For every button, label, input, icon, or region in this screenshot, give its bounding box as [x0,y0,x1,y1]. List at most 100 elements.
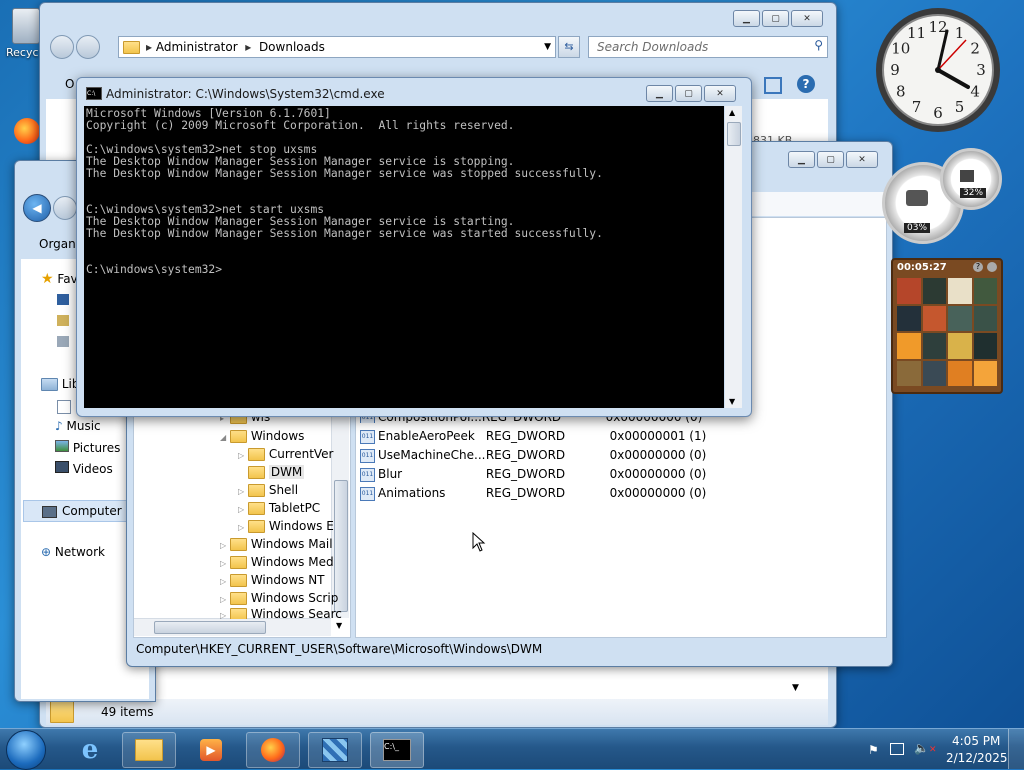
back-button[interactable]: ◀ [23,194,51,222]
scroll-down-arrow[interactable]: ▼ [792,683,799,693]
options-icon[interactable] [987,262,997,272]
console-scroll-thumb[interactable] [727,122,741,146]
nav-fav-item-1[interactable] [57,294,69,305]
taskbar-firefox[interactable] [246,732,300,768]
tree-node-currentversion[interactable]: ▷ CurrentVer [238,447,334,461]
clock-time[interactable]: 4:05 PM [952,734,1000,748]
cpu-meter-gadget[interactable]: 03% 32% [876,148,1002,244]
value-row[interactable]: 011 UseMachineChe... REG_DWORD 0x00000000… [360,448,706,463]
value-row[interactable]: 011 Blur REG_DWORD 0x00000000 (0) [360,467,706,482]
close-button[interactable]: ✕ [846,151,878,168]
pictures-icon [55,440,69,452]
minimize-button[interactable]: ▁ [646,85,673,102]
organize-button-fragment[interactable]: O [65,77,74,91]
nav-pictures[interactable]: Pictures [55,440,120,455]
firefox-icon [261,738,285,762]
folder-icon [230,556,247,569]
close-button[interactable]: ✕ [791,10,823,27]
tree-hscrollbar[interactable] [134,618,331,636]
search-input[interactable]: Search Downloads ⚲ [588,36,828,58]
expanded-icon[interactable]: ◢ [220,433,230,442]
firefox-desktop-icon[interactable] [14,118,40,144]
show-desktop-button[interactable] [1008,729,1024,769]
help-icon[interactable]: ? [797,75,815,93]
flag-icon[interactable]: ⚑ [868,743,879,757]
minimize-button[interactable]: ▁ [788,151,815,168]
computer-icon [42,505,57,518]
recycle-bin-icon[interactable]: Recyc [6,8,42,59]
nav-lib-item-1[interactable] [57,400,71,414]
taskbar-internet-explorer[interactable]: e [63,732,117,768]
folder-icon [230,574,247,587]
maximize-button[interactable]: ▢ [762,10,789,27]
back-button[interactable] [50,35,74,59]
volume-muted-icon[interactable]: 🔈✕ [914,741,937,755]
folder-icon [135,739,163,761]
taskbar-windows-explorer[interactable] [122,732,176,768]
network-icon: ⊕ [41,545,52,559]
tree-node-dwm[interactable]: DWM [238,465,305,479]
console-line: The Desktop Window Manager Session Manag… [86,167,603,180]
nav-fav-item-3[interactable] [57,336,69,347]
console-line: The Desktop Window Manager Session Manag… [86,227,603,240]
devices-icon[interactable] [890,743,904,755]
value-row[interactable]: 011 EnableAeroPeek REG_DWORD 0x00000001 (… [360,429,706,444]
tree-node-windows[interactable]: ◢ Windows [220,429,304,443]
value-row[interactable]: 011 Animations REG_DWORD 0x00000000 (0) [360,486,706,501]
forward-button[interactable] [76,35,100,59]
picture-puzzle-gadget[interactable]: 00:05:27 ? [891,258,1003,394]
forward-button[interactable] [53,196,77,220]
console-scrollbar[interactable]: ▲ ▼ [725,106,742,408]
address-bar[interactable]: ▸ Administrator ▸ Downloads ▼ [118,36,556,58]
breadcrumb-downloads[interactable]: Downloads [259,40,325,54]
tree-node-windows-nt[interactable]: ▷ Windows NT [220,573,325,587]
maximize-button[interactable]: ▢ [675,85,702,102]
close-button[interactable]: ✕ [704,85,736,102]
internet-explorer-icon: e [81,735,99,765]
tree-hscroll-thumb[interactable] [154,621,266,634]
help-icon[interactable]: ? [973,262,983,272]
cmd-title: Administrator: C:\Windows\System32\cmd.e… [106,87,385,101]
clock-numeral: 3 [976,61,986,79]
nav-videos[interactable]: Videos [55,461,113,476]
clock-numeral: 8 [896,83,906,101]
taskbar: e ▶ C:\_ ⚑ 🔈✕ 4:05 PM 2/12/2025 [0,728,1024,770]
nav-fav-item-2[interactable] [57,315,69,326]
preview-pane-icon[interactable] [764,77,782,94]
folder-icon [230,608,247,619]
items-count: 49 items [101,705,154,719]
start-button[interactable] [6,730,46,770]
tree-node-windows-search[interactable]: ▷ Windows Searc [220,607,342,619]
taskbar-cmd[interactable]: C:\_ [370,732,424,768]
nav-music[interactable]: ♪ Music [55,419,101,433]
tree-node-windows-media[interactable]: ▷ Windows Med [220,555,334,569]
taskbar-registry-editor[interactable] [308,732,362,768]
chevron-down-icon[interactable]: ▼ [544,42,551,52]
clock-date[interactable]: 2/12/2025 [946,751,1008,765]
console-output[interactable]: Microsoft Windows [Version 6.1.7601] Cop… [84,106,724,408]
tree-node-shell[interactable]: ▷ Shell [238,483,298,497]
nav-libraries[interactable]: Lib [41,377,79,391]
tree-node-windows-script[interactable]: ▷ Windows Scrip [220,591,338,605]
scroll-up-arrow[interactable]: ▲ [729,108,735,117]
refresh-button[interactable]: ⇆ [558,36,580,58]
nav-favorites[interactable]: ★ Fav [41,271,78,287]
tree-node-windows-e[interactable]: ▷ Windows E [238,519,334,533]
tree-node-tabletpc[interactable]: ▷ TabletPC [238,501,320,515]
minimize-button[interactable]: ▁ [733,10,760,27]
puzzle-tiles[interactable] [897,278,997,386]
scroll-down-arrow[interactable]: ▼ [336,621,342,630]
folder-icon [248,448,265,461]
scroll-down-arrow[interactable]: ▼ [729,397,735,406]
search-placeholder: Search Downloads [597,40,709,54]
nav-network[interactable]: ⊕ Network [41,545,105,559]
maximize-button[interactable]: ▢ [817,151,844,168]
tree-node-windows-mail[interactable]: ▷ Windows Mail [220,537,333,551]
memory-percent: 32% [960,188,987,198]
clock-gadget[interactable]: 12 12 3 45678 9 1011 [874,6,1002,134]
taskbar-media-player[interactable]: ▶ [184,732,238,768]
media-player-icon: ▶ [200,739,222,761]
cmd-window[interactable]: C:\ Administrator: C:\Windows\System32\c… [76,77,752,417]
breadcrumb-administrator[interactable]: Administrator [156,40,238,54]
